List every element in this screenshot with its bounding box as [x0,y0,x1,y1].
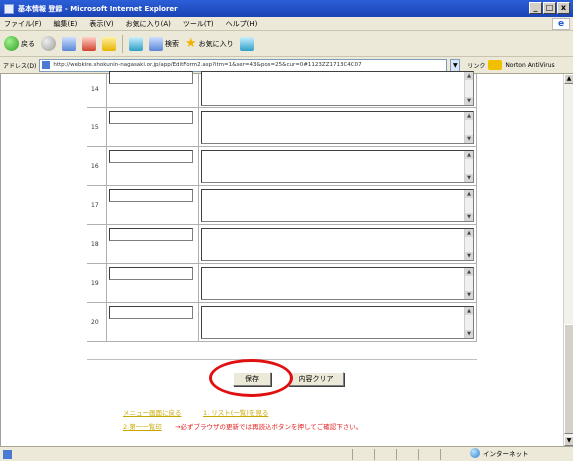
textarea[interactable]: ▲ ▼ [201,71,474,106]
textarea-scrollbar[interactable]: ▲ ▼ [464,190,473,221]
status-bar: インターネット [0,446,573,461]
table-row: 19 ▲ ▼ [87,264,477,303]
short-input[interactable] [109,267,193,280]
textarea[interactable]: ▲ ▼ [201,267,474,300]
clear-button[interactable]: 内容クリア [288,372,344,386]
table-row: 17 ▲ ▼ [87,186,477,225]
textarea[interactable]: ▲ ▼ [201,189,474,222]
highlight-circle [209,359,293,397]
page-favicon-icon [42,61,51,69]
row-number: 14 [91,86,99,93]
row-number: 18 [91,241,99,248]
textarea-scrollbar[interactable]: ▲ ▼ [464,151,473,182]
links-label[interactable]: リンク [467,61,485,70]
row-number: 19 [91,280,99,287]
history-icon[interactable] [239,36,254,51]
table-row: 16 ▲ ▼ [87,147,477,186]
ie-page-icon [4,3,14,14]
textarea-scrollbar[interactable]: ▲ ▼ [464,229,473,260]
textarea[interactable]: ▲ ▼ [201,111,474,144]
window-title: 基本情報 登録 - Microsoft Internet Explorer [18,4,178,13]
page-content: 14 ▲ ▼ 15 ▲ ▼ 16 ▲ ▼ 17 ▲ ▼ 18 ▲ ▼ 19 ▲ ▼ [0,71,563,446]
notice-text: →必ずブラウザの更新では再読込ボタンを押してご確認下さい。 [175,423,363,431]
address-right: リンク Norton AntiVirus [467,60,555,70]
stop-icon[interactable] [62,36,76,51]
search-button[interactable]: 検索 [149,36,179,51]
menu-view[interactable]: 表示(V) [89,19,113,29]
divider [87,359,477,360]
favorites-button[interactable]: ★ お気に入り [185,35,234,51]
textarea-scrollbar[interactable]: ▲ ▼ [464,112,473,143]
textarea[interactable]: ▲ ▼ [201,150,474,183]
back-button[interactable]: 戻る [4,36,35,51]
globe-icon [470,448,480,458]
short-input[interactable] [109,150,193,163]
toolbar-separator [122,34,123,53]
page-icon[interactable] [129,36,143,51]
table-row: 20 ▲ ▼ [87,303,477,342]
forward-button[interactable] [41,36,56,51]
address-input[interactable]: http://webkire.shokunin-nagasaki.or.jp/a… [39,58,448,72]
zone-label: インターネット [483,450,529,458]
address-url: http://webkire.shokunin-nagasaki.or.jp/a… [53,62,362,68]
textarea-scrollbar[interactable]: ▲ ▼ [464,307,473,338]
scroll-thumb[interactable] [564,324,573,434]
row-number: 16 [91,163,99,170]
short-input[interactable] [109,111,193,124]
short-input[interactable] [109,71,193,84]
menu-edit[interactable]: 編集(E) [54,19,78,29]
home-icon[interactable] [102,36,116,51]
table-row: 14 ▲ ▼ [87,71,477,108]
short-input[interactable] [109,228,193,241]
toolbar: 戻る 検索 ★ お気に入り [0,31,573,57]
security-zone: インターネット [470,448,529,458]
menu-favorites[interactable]: お気に入り(A) [126,19,171,29]
address-label: アドレス(D) [3,62,37,70]
menu-back-link[interactable]: メニュー画面に戻る [123,407,182,417]
star-icon: ★ [185,35,197,51]
textarea[interactable]: ▲ ▼ [201,228,474,261]
row-number: 15 [91,124,99,131]
page-scrollbar[interactable]: ▲ ▼ [563,74,573,446]
menu-help[interactable]: ヘルプ(H) [226,19,258,29]
windows-logo-icon: e [552,18,570,30]
table-row: 15 ▲ ▼ [87,108,477,147]
short-input[interactable] [109,306,193,319]
forward-arrow-icon [41,36,56,51]
norton-icon[interactable] [488,60,503,70]
status-page-icon [3,449,12,459]
scroll-up-icon[interactable]: ▲ [564,74,573,84]
scroll-down-icon[interactable]: ▼ [564,436,573,446]
maximize-button[interactable]: □ [543,2,556,14]
close-button[interactable]: x [557,2,570,14]
entry-grid: 14 ▲ ▼ 15 ▲ ▼ 16 ▲ ▼ 17 ▲ ▼ 18 ▲ ▼ 19 ▲ ▼ [87,71,477,342]
refresh-icon[interactable] [82,36,96,51]
status-panes [352,449,462,460]
textarea-scrollbar[interactable]: ▲ ▼ [464,72,473,105]
title-bar: 基本情報 登録 - Microsoft Internet Explorer _ … [0,0,573,17]
short-input[interactable] [109,189,193,202]
menu-bar: ファイル(F) 編集(E) 表示(V) お気に入り(A) ツール(T) ヘルプ(… [0,17,573,31]
row-number: 17 [91,202,99,209]
menu-file[interactable]: ファイル(F) [4,19,42,29]
table-row: 18 ▲ ▼ [87,225,477,264]
address-dropdown-icon[interactable]: ▼ [450,58,461,72]
row-number: 20 [91,319,99,326]
check-link[interactable]: 2.第一一覧印 [123,421,162,431]
back-arrow-icon [4,36,19,51]
window-controls: _ □ x [529,2,570,14]
list-link[interactable]: 1. リスト(一覧)を見る [203,407,268,417]
textarea[interactable]: ▲ ▼ [201,306,474,339]
search-icon [149,36,163,51]
menu-tools[interactable]: ツール(T) [183,19,214,29]
textarea-scrollbar[interactable]: ▲ ▼ [464,268,473,299]
minimize-button[interactable]: _ [529,2,542,14]
norton-label[interactable]: Norton AntiVirus [505,62,554,69]
